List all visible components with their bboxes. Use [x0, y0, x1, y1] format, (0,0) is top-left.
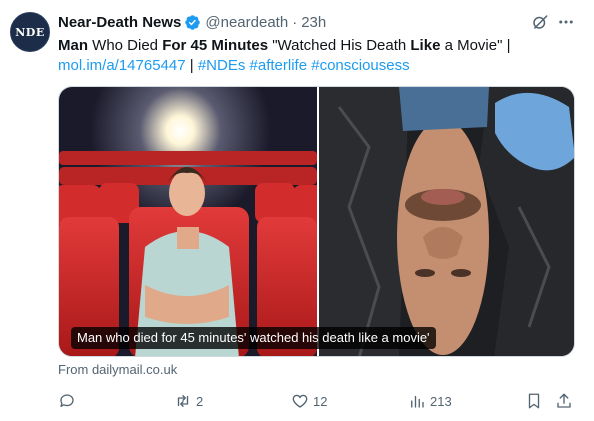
retweet-count: 2	[196, 393, 204, 409]
bookmark-button[interactable]	[525, 390, 543, 412]
timestamp[interactable]: 23h	[301, 14, 326, 31]
link-separator: |	[185, 57, 198, 74]
bookmark-icon	[528, 393, 540, 409]
headline-part: Who Died	[88, 37, 163, 54]
handle[interactable]: @neardeath	[205, 14, 288, 31]
more-options-icon[interactable]	[556, 13, 576, 31]
retweet-icon	[177, 395, 189, 407]
share-button[interactable]	[555, 390, 573, 412]
media-caption: Man who died for 45 minutes' watched his…	[71, 327, 436, 349]
heart-icon	[292, 394, 308, 408]
tweet-text: Man Who Died For 45 Minutes "Watched His…	[58, 36, 578, 76]
headline-part: a Movie" |	[440, 37, 511, 54]
avatar-text: NDE	[15, 25, 45, 39]
reply-icon	[60, 394, 74, 407]
grok-icon[interactable]	[531, 13, 549, 31]
tweet-headline: Man Who Died For 45 Minutes "Watched His…	[58, 37, 510, 54]
headline-part: Like	[410, 37, 441, 54]
avatar[interactable]: NDE	[10, 12, 50, 52]
separator-dot: ·	[292, 13, 298, 31]
headline-part: For 45 Minutes	[162, 37, 269, 54]
source-link[interactable]: From dailymail.co.uk	[58, 362, 177, 377]
reply-button[interactable]	[58, 390, 80, 412]
body-bag-photo	[319, 87, 574, 356]
display-name[interactable]: Near-Death News	[58, 14, 181, 31]
headline-part: "Watched His Death	[268, 37, 411, 54]
cinema-photo	[59, 87, 317, 356]
headline-part: Man	[58, 37, 88, 54]
hashtag-consciousess[interactable]: #consciousess	[311, 57, 409, 74]
action-bar: 2 12 213	[58, 390, 578, 412]
hashtag-afterlife[interactable]: #afterlife	[250, 57, 308, 74]
views-button[interactable]: 213	[408, 390, 452, 412]
article-link[interactable]: mol.im/a/14765447	[58, 57, 186, 74]
like-button[interactable]: 12	[291, 390, 327, 412]
hashtag-ndes[interactable]: #NDEs	[198, 57, 246, 74]
media-card[interactable]: Man who died for 45 minutes' watched his…	[58, 86, 575, 357]
share-icon	[557, 393, 571, 408]
like-count: 12	[313, 393, 328, 409]
verified-badge-icon	[185, 14, 201, 30]
tweet-header: Near-Death News @neardeath · 23h	[58, 12, 326, 32]
views-count: 213	[430, 393, 452, 409]
views-icon	[411, 395, 424, 408]
tweet[interactable]: NDE Near-Death News @neardeath · 23h Man…	[0, 0, 594, 421]
retweet-button[interactable]: 2	[174, 390, 203, 412]
